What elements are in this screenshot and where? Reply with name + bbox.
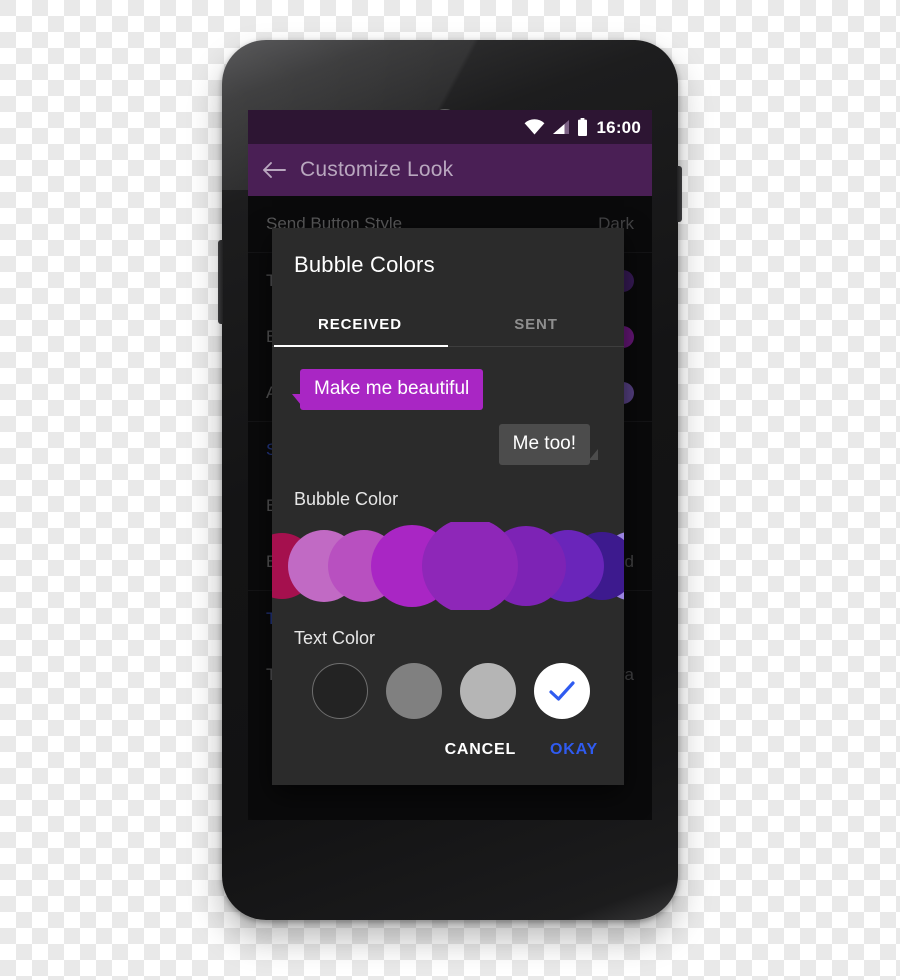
text-color-swatch[interactable] xyxy=(386,662,442,719)
text-color-label: Text Color xyxy=(294,627,376,648)
tab-received[interactable]: RECEIVED xyxy=(272,308,448,346)
back-arrow-icon[interactable] xyxy=(262,160,286,180)
wifi-icon xyxy=(524,119,544,135)
bubble-colors-dialog: Bubble Colors RECEIVED SENT Make me beau… xyxy=(272,228,624,785)
okay-button[interactable]: OKAY xyxy=(550,741,598,759)
check-icon xyxy=(549,681,575,701)
phone-screen: 16:00 Customize Look Send Button Style D… xyxy=(248,110,652,820)
text-color-swatch[interactable] xyxy=(312,662,368,719)
text-color-swatches xyxy=(272,649,624,719)
text-color-swatch[interactable] xyxy=(534,662,590,719)
page-title: Customize Look xyxy=(300,158,454,181)
received-bubble: Make me beautiful xyxy=(291,369,484,410)
bubble-preview: Make me beautiful Me too! xyxy=(272,347,624,471)
received-bubble-row: Make me beautiful xyxy=(291,369,604,410)
bubble-color-swatch[interactable] xyxy=(422,521,518,610)
cellular-signal-icon xyxy=(552,120,569,134)
bubble-color-label: Bubble Color xyxy=(294,488,399,509)
text-color-swatch[interactable] xyxy=(460,662,516,719)
sent-bubble: Me too! xyxy=(498,423,599,465)
volume-button[interactable] xyxy=(218,240,223,324)
phone-device-frame: 16:00 Customize Look Send Button Style D… xyxy=(218,40,682,920)
dialog-title: Bubble Colors xyxy=(294,252,435,277)
power-button[interactable] xyxy=(677,166,682,222)
tab-sent[interactable]: SENT xyxy=(448,308,624,346)
dialog-tabs: RECEIVED SENT xyxy=(272,308,624,347)
cancel-button[interactable]: CANCEL xyxy=(445,741,516,759)
app-bar: Customize Look xyxy=(248,144,652,196)
status-bar-clock: 16:00 xyxy=(596,117,641,137)
dialog-actions: CANCEL OKAY xyxy=(272,719,624,785)
status-bar: 16:00 xyxy=(248,110,652,144)
bubble-color-carousel[interactable] xyxy=(272,521,624,610)
battery-icon xyxy=(577,118,587,136)
tab-indicator xyxy=(274,345,448,347)
sent-bubble-row: Me too! xyxy=(292,410,604,465)
